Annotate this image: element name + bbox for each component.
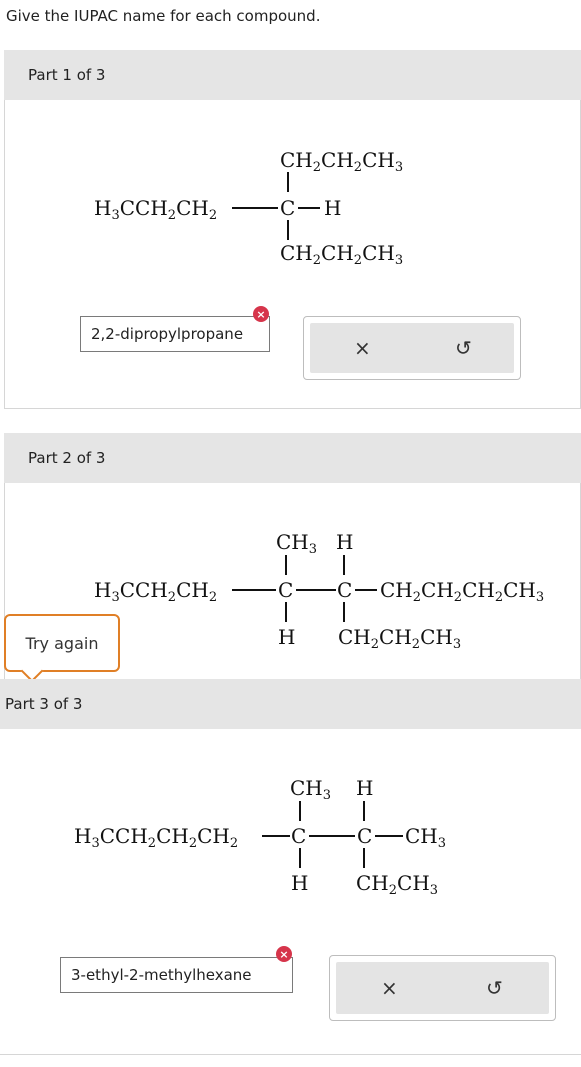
m2-left-group: H3CCH2CH2 <box>94 578 218 605</box>
m3-c1-bond-down <box>299 848 301 868</box>
clear-icon[interactable]: × <box>381 976 398 1000</box>
part-3-header: Part 3 of 3 <box>0 679 581 729</box>
question-prompt: Give the IUPAC name for each compound. <box>6 7 321 25</box>
undo-icon[interactable]: ↺ <box>486 976 503 1000</box>
part-1-header: Part 1 of 3 <box>4 50 581 100</box>
try-again-button[interactable]: Try again <box>4 614 120 672</box>
m2-bond-middle <box>296 589 336 591</box>
m3-left-group: H3CCH2CH2CH2 <box>74 824 239 851</box>
part-3-title: Part 3 of 3 <box>5 695 83 713</box>
m2-c1-carbon: C <box>278 578 294 602</box>
m2-bond-left <box>232 589 276 591</box>
m3-c2-carbon: C <box>357 824 373 848</box>
clear-icon[interactable]: × <box>354 336 371 360</box>
m1-left-group: H3CCH2CH2 <box>94 196 218 223</box>
m3-c2-bottom-group: CH2CH3 <box>356 871 439 898</box>
m2-c2-bottom-group: CH2CH2CH3 <box>338 625 462 652</box>
undo-icon[interactable]: ↺ <box>455 336 472 360</box>
m1-bond-right <box>298 207 320 209</box>
m2-c2-carbon: C <box>337 578 353 602</box>
m1-bottom-group: CH2CH2CH3 <box>280 241 404 268</box>
m3-c2-bond-down <box>363 848 365 868</box>
m3-bond-left <box>262 835 290 837</box>
m3-c2-bond-up <box>363 801 365 821</box>
m3-c1-top-group: CH3 <box>290 776 332 803</box>
m3-c2-top-h: H <box>356 776 374 800</box>
m1-bond-up <box>287 172 289 192</box>
m1-top-group: CH2CH2CH3 <box>280 148 404 175</box>
m3-bond-right <box>375 835 403 837</box>
m2-c2-bond-down <box>343 602 345 622</box>
m2-c1-bottom-h: H <box>278 625 296 649</box>
m3-bond-middle <box>309 835 355 837</box>
part-1-answer-field[interactable]: 2,2-dipropylpropane <box>80 316 270 352</box>
part-2-header: Part 2 of 3 <box>4 433 581 483</box>
m1-bond-left <box>232 207 278 209</box>
part-1-answer-toolbox: × ↺ <box>303 316 521 380</box>
m1-bond-down <box>287 220 289 240</box>
m3-c1-bond-up <box>299 801 301 821</box>
m3-c1-carbon: C <box>291 824 307 848</box>
m2-c2-top-h: H <box>336 530 354 554</box>
m2-bond-right <box>355 589 377 591</box>
incorrect-badge-icon: × <box>253 306 269 322</box>
m3-c1-bottom-h: H <box>291 871 309 895</box>
part-3-answer-toolbox: × ↺ <box>329 955 556 1021</box>
m1-right-h: H <box>324 196 342 220</box>
part-1-title: Part 1 of 3 <box>28 66 106 84</box>
m1-center-carbon: C <box>280 196 296 220</box>
part-2-title: Part 2 of 3 <box>28 449 106 467</box>
m2-c1-bond-up <box>285 555 287 575</box>
m2-c2-bond-up <box>343 555 345 575</box>
part-3-answer-field[interactable]: 3-ethyl-2-methylhexane <box>60 957 293 993</box>
incorrect-badge-icon: × <box>276 946 292 962</box>
m2-c1-top-group: CH3 <box>276 530 318 557</box>
m3-right-group: CH3 <box>405 824 447 851</box>
m2-right-group: CH2CH2CH2CH3 <box>380 578 545 605</box>
m2-c1-bond-down <box>285 602 287 622</box>
